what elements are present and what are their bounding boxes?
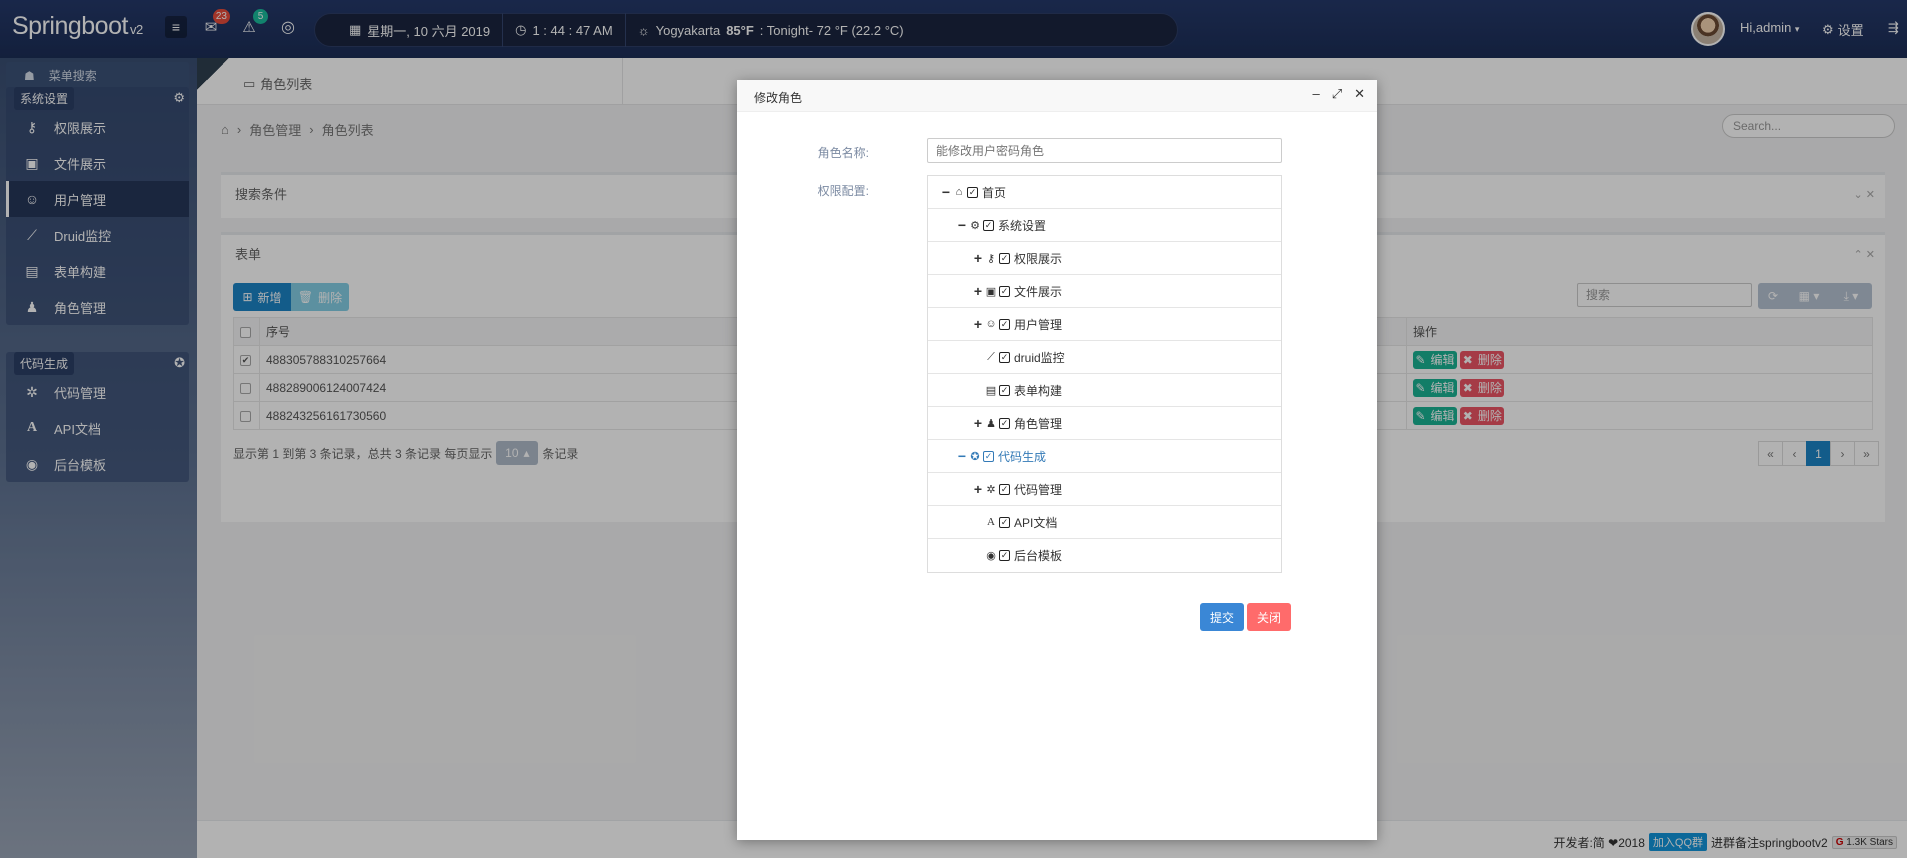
compass-icon: ◉ bbox=[986, 550, 996, 562]
home-icon: ⌂ bbox=[955, 186, 963, 198]
tree-node[interactable]: + ✲ ✓ 代码管理 bbox=[928, 473, 1281, 506]
font-icon: A bbox=[987, 516, 995, 528]
tree-node[interactable]: A ✓ API文档 bbox=[928, 506, 1281, 539]
tree-node[interactable]: − ⌂ ✓ 首页 bbox=[928, 176, 1281, 209]
node-checkbox[interactable]: ✓ bbox=[999, 483, 1010, 495]
collapse-icon[interactable]: − bbox=[941, 184, 951, 200]
modal-title: 修改角色 bbox=[754, 91, 803, 105]
tree-node[interactable]: ◉ ✓ 后台模板 bbox=[928, 539, 1281, 572]
collapse-icon[interactable]: − bbox=[957, 217, 967, 233]
tree-node[interactable]: + ☺ ✓ 用户管理 bbox=[928, 308, 1281, 341]
node-checkbox[interactable]: ✓ bbox=[967, 186, 978, 198]
tree-node[interactable]: + ⚷ ✓ 权限展示 bbox=[928, 242, 1281, 275]
tree-node[interactable]: + ♟ ✓ 角色管理 bbox=[928, 407, 1281, 440]
image-icon: ▣ bbox=[985, 285, 997, 298]
node-checkbox[interactable]: ✓ bbox=[999, 384, 1010, 396]
close-button[interactable]: 关闭 bbox=[1247, 603, 1292, 631]
table-icon: ▤ bbox=[985, 384, 997, 397]
node-checkbox[interactable]: ✓ bbox=[983, 219, 994, 231]
expand-icon[interactable]: + bbox=[973, 250, 983, 266]
key-icon: ⚷ bbox=[986, 252, 996, 265]
node-checkbox[interactable]: ✓ bbox=[999, 318, 1010, 330]
permission-tree: − ⌂ ✓ 首页 − ⚙ ✓ 系统设置 + ⚷ ✓ 权限展示 + ▣ ✓ 文件展示 + ☺ ✓ 用户管理 ⟋ ✓… bbox=[927, 175, 1282, 573]
submit-button[interactable]: 提交 bbox=[1200, 603, 1245, 631]
node-checkbox[interactable]: ✓ bbox=[999, 285, 1010, 297]
role-name-label: 角色名称: bbox=[817, 146, 869, 160]
node-checkbox[interactable]: ✓ bbox=[999, 516, 1010, 528]
edit-role-modal: 修改角色 – ⤢ ✕ 角色名称: 权限配置: −⌂✓首页 −⚙✓系统设置 +⚷✓… bbox=[737, 80, 1377, 840]
tree-node[interactable]: − ✪ ✓ 代码生成 bbox=[928, 440, 1281, 473]
node-checkbox[interactable]: ✓ bbox=[983, 450, 994, 462]
collapse-icon[interactable]: − bbox=[957, 448, 967, 464]
expand-icon[interactable]: + bbox=[973, 316, 983, 332]
bug-icon: ✲ bbox=[986, 483, 996, 496]
node-checkbox[interactable]: ✓ bbox=[999, 417, 1010, 429]
close-icon[interactable]: ✕ bbox=[1354, 86, 1365, 102]
node-checkbox[interactable]: ✓ bbox=[999, 351, 1010, 363]
modal-header: 修改角色 – ⤢ ✕ bbox=[737, 80, 1377, 112]
maximize-icon[interactable]: ⤢ bbox=[1332, 86, 1342, 102]
node-checkbox[interactable]: ✓ bbox=[999, 252, 1010, 264]
minimize-icon[interactable]: – bbox=[1312, 86, 1319, 102]
users-icon: ♟ bbox=[986, 417, 996, 430]
tree-node[interactable]: ▤ ✓ 表单构建 bbox=[928, 374, 1281, 407]
node-checkbox[interactable]: ✓ bbox=[999, 550, 1010, 561]
line-chart-icon: ⟋ bbox=[987, 350, 995, 363]
tree-node[interactable]: + ▣ ✓ 文件展示 bbox=[928, 275, 1281, 308]
expand-icon[interactable]: + bbox=[973, 481, 983, 497]
expand-icon[interactable]: + bbox=[973, 415, 983, 431]
permission-label: 权限配置: bbox=[817, 184, 869, 198]
user-icon: ☺ bbox=[985, 318, 997, 330]
gear-icon: ⚙ bbox=[970, 219, 980, 232]
expand-icon[interactable]: + bbox=[973, 283, 983, 299]
tree-node[interactable]: ⟋ ✓ druid监控 bbox=[928, 341, 1281, 374]
tree-node[interactable]: − ⚙ ✓ 系统设置 bbox=[928, 209, 1281, 242]
role-name-input[interactable] bbox=[927, 138, 1282, 163]
rebel-icon: ✪ bbox=[970, 450, 980, 463]
